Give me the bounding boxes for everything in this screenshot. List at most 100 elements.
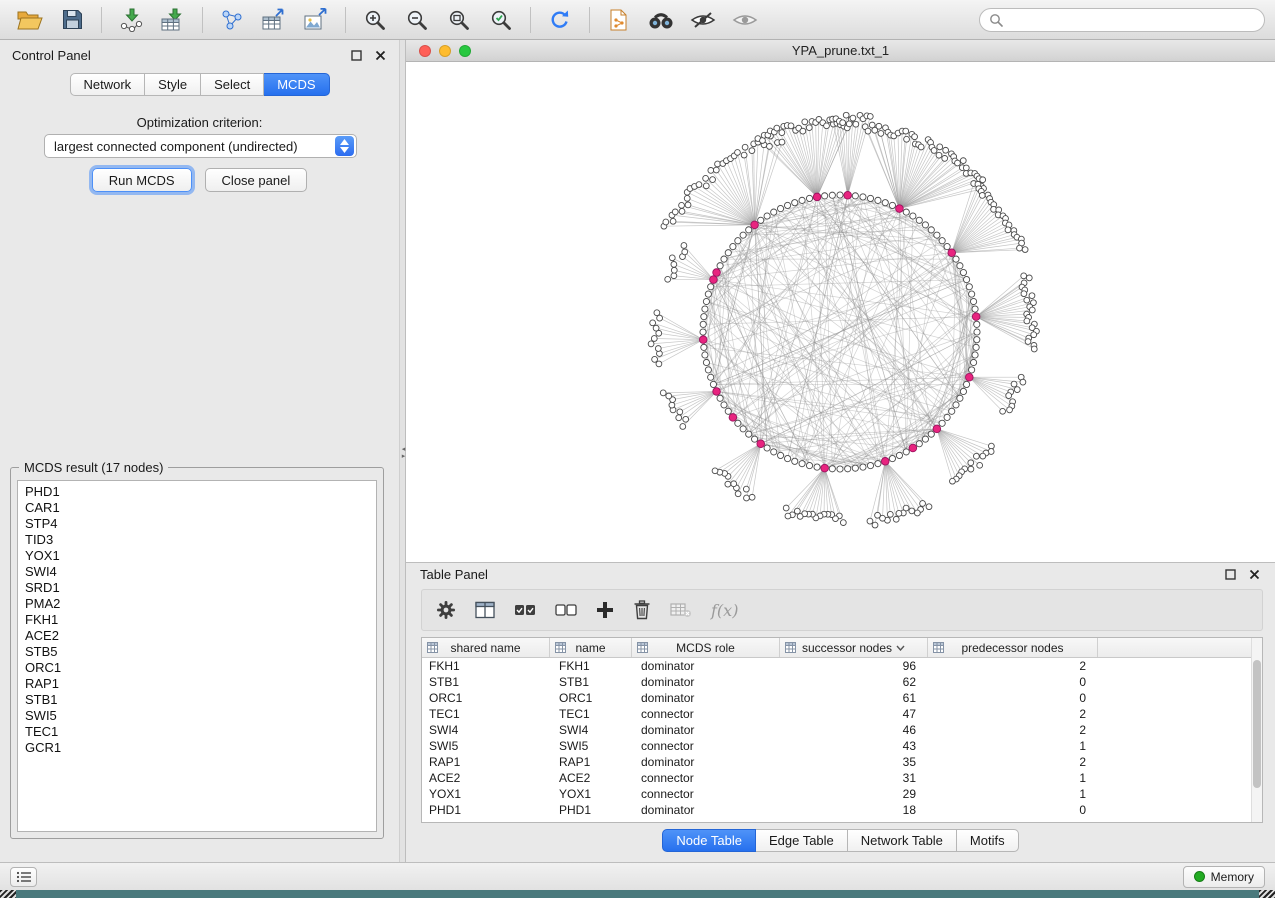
table-row[interactable]: ACE2ACE2connector311 [422, 770, 1262, 786]
show-columns-button[interactable] [475, 600, 495, 620]
apply-layout-button[interactable] [540, 4, 580, 36]
clone-network-button[interactable] [599, 4, 639, 36]
column-header-shared-name[interactable]: shared name [422, 638, 550, 657]
close-mcds-panel-button[interactable]: Close panel [205, 168, 308, 192]
add-column-button[interactable] [596, 601, 614, 619]
delete-table-button-disabled[interactable] [670, 601, 692, 619]
import-table-button[interactable] [153, 4, 193, 36]
mcds-result-item[interactable]: TID3 [18, 532, 376, 548]
resize-grip-icon[interactable] [1259, 890, 1275, 898]
memory-button[interactable]: Memory [1183, 866, 1265, 888]
table-row[interactable]: FKH1FKH1dominator962 [422, 658, 1262, 674]
tab-select[interactable]: Select [201, 73, 264, 96]
task-history-button[interactable] [10, 867, 37, 887]
column-header-name[interactable]: name [550, 638, 632, 657]
table-cell: dominator [632, 675, 780, 689]
float-table-panel-button[interactable] [1224, 568, 1237, 581]
search-input[interactable] [1009, 12, 1255, 27]
mcds-result-item[interactable]: RAP1 [18, 676, 376, 692]
table-scrollbar-thumb[interactable] [1253, 660, 1261, 788]
right-area: YPA_prune.txt_1 Table Panel [406, 40, 1275, 862]
mcds-result-item[interactable]: CAR1 [18, 500, 376, 516]
table-cell: connector [632, 707, 780, 721]
column-header-mcds-role[interactable]: MCDS role [632, 638, 780, 657]
delete-column-button[interactable] [633, 600, 651, 620]
close-table-panel-button[interactable] [1248, 568, 1261, 581]
column-header-successor-nodes[interactable]: successor nodes [780, 638, 928, 657]
table-row[interactable]: SWI4SWI4dominator462 [422, 722, 1262, 738]
table-settings-button[interactable] [436, 600, 456, 620]
export-image-button[interactable] [296, 4, 336, 36]
import-network-button[interactable] [111, 4, 151, 36]
function-builder-button[interactable]: f(x) [711, 601, 738, 620]
tab-node-table[interactable]: Node Table [662, 829, 756, 852]
find-button[interactable] [641, 4, 681, 36]
table-row[interactable]: PHD1PHD1dominator180 [422, 802, 1262, 818]
zoom-fit-button[interactable] [439, 4, 479, 36]
mcds-result-item[interactable]: ORC1 [18, 660, 376, 676]
zoom-selected-icon [489, 8, 513, 32]
trash-icon [633, 600, 651, 620]
zoom-selected-button[interactable] [481, 4, 521, 36]
new-network-button[interactable] [212, 4, 252, 36]
mcds-result-item[interactable]: SWI4 [18, 564, 376, 580]
select-all-rows-button[interactable] [514, 602, 536, 618]
tab-network-table[interactable]: Network Table [848, 829, 957, 852]
table-row[interactable]: ORC1ORC1dominator610 [422, 690, 1262, 706]
tab-network[interactable]: Network [69, 73, 145, 96]
panel-splitter[interactable]: ◂▸ [399, 40, 406, 862]
open-session-button[interactable] [10, 4, 50, 36]
float-panel-button[interactable] [350, 49, 363, 62]
desktop-strip [0, 890, 1275, 898]
zoom-out-button[interactable] [397, 4, 437, 36]
mcds-result-item[interactable]: SRD1 [18, 580, 376, 596]
mcds-result-item[interactable]: TEC1 [18, 724, 376, 740]
mcds-result-item[interactable]: PHD1 [18, 484, 376, 500]
table-row[interactable]: TEC1TEC1connector472 [422, 706, 1262, 722]
table-row[interactable]: STB1STB1dominator620 [422, 674, 1262, 690]
network-window-title: YPA_prune.txt_1 [406, 43, 1275, 58]
network-graph[interactable] [406, 62, 1275, 562]
resize-grip-icon[interactable] [0, 890, 16, 898]
mcds-result-item[interactable]: GCR1 [18, 740, 376, 756]
tab-style[interactable]: Style [145, 73, 201, 96]
maximize-window-button[interactable] [459, 45, 471, 57]
mcds-result-item[interactable]: STB1 [18, 692, 376, 708]
deselect-all-rows-button[interactable] [555, 602, 577, 618]
table-cell: YOX1 [550, 787, 632, 801]
mcds-result-item[interactable]: PMA2 [18, 596, 376, 612]
mcds-result-list[interactable]: PHD1CAR1STP4TID3YOX1SWI4SRD1PMA2FKH1ACE2… [17, 480, 377, 832]
hide-selected-button[interactable] [683, 4, 723, 36]
mcds-result-item[interactable]: STP4 [18, 516, 376, 532]
close-window-button[interactable] [419, 45, 431, 57]
column-header-predecessor-nodes[interactable]: predecessor nodes [928, 638, 1098, 657]
network-canvas[interactable] [406, 62, 1275, 562]
tab-mcds[interactable]: MCDS [264, 73, 329, 96]
tab-motifs[interactable]: Motifs [957, 829, 1019, 852]
mcds-result-item[interactable]: STB5 [18, 644, 376, 660]
export-table-button[interactable] [254, 4, 294, 36]
table-row[interactable]: RAP1RAP1dominator352 [422, 754, 1262, 770]
table-row[interactable]: YOX1YOX1connector291 [422, 786, 1262, 802]
table-cell: 29 [780, 787, 928, 801]
mcds-result-title: MCDS result (17 nodes) [19, 460, 168, 475]
close-panel-button[interactable] [374, 49, 387, 62]
mcds-result-item[interactable]: ACE2 [18, 628, 376, 644]
app-window: Control Panel Network Style Select MCDS … [0, 0, 1275, 890]
save-session-button[interactable] [52, 4, 92, 36]
column-header-label: successor nodes [802, 641, 892, 655]
table-cell: 1 [928, 739, 1098, 753]
tab-edge-table[interactable]: Edge Table [756, 829, 848, 852]
attribute-grid-icon [427, 642, 438, 653]
show-all-button[interactable] [725, 4, 765, 36]
criterion-dropdown[interactable]: largest connected component (undirected) [44, 134, 357, 158]
table-row[interactable]: SWI5SWI5connector431 [422, 738, 1262, 754]
search-field[interactable] [979, 8, 1265, 32]
mcds-result-item[interactable]: YOX1 [18, 548, 376, 564]
minimize-window-button[interactable] [439, 45, 451, 57]
mcds-result-item[interactable]: SWI5 [18, 708, 376, 724]
run-mcds-button[interactable]: Run MCDS [92, 168, 192, 192]
table-scrollbar[interactable] [1251, 638, 1262, 822]
zoom-in-button[interactable] [355, 4, 395, 36]
mcds-result-item[interactable]: FKH1 [18, 612, 376, 628]
